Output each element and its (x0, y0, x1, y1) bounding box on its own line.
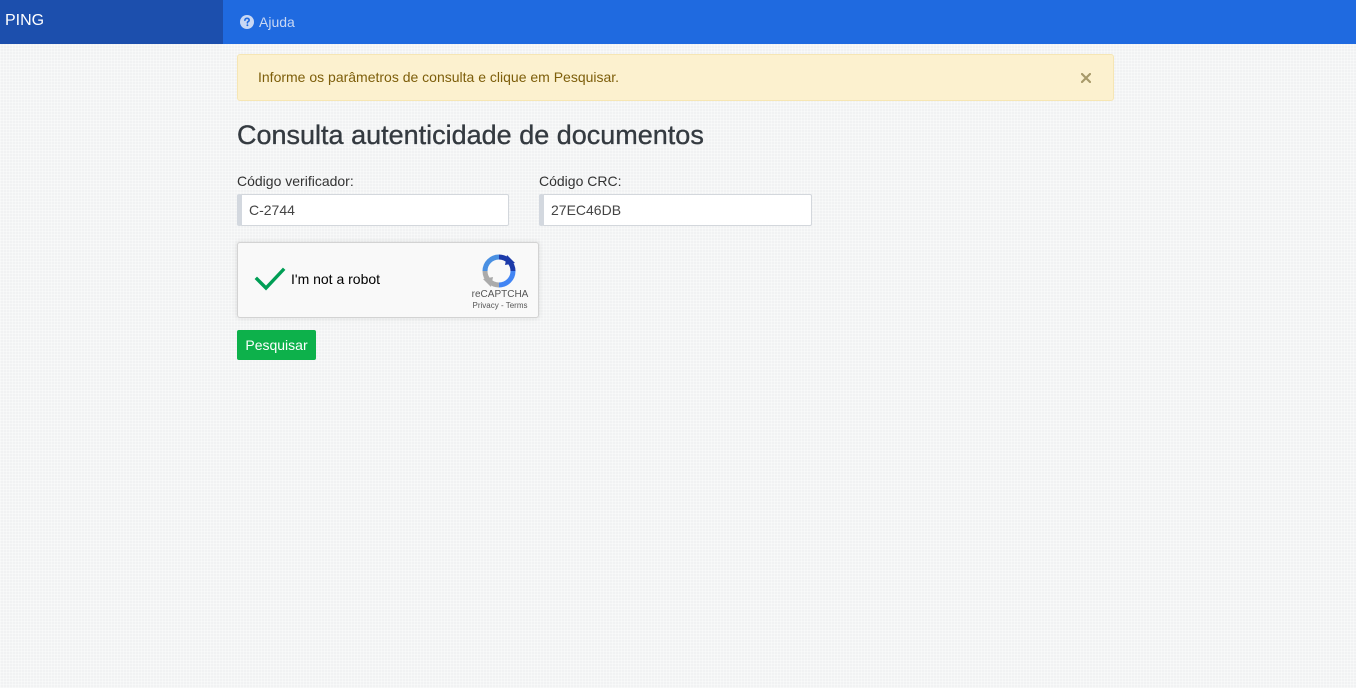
search-button[interactable]: Pesquisar (237, 330, 316, 360)
top-navbar: PING Ajuda (0, 0, 1356, 44)
crc-code-input[interactable] (539, 194, 812, 226)
recaptcha-privacy-link[interactable]: Privacy (473, 301, 499, 310)
info-alert: Informe os parâmetros de consulta e cliq… (237, 54, 1114, 101)
page-title: Consulta autenticidade de documentos (237, 120, 704, 150)
alert-message: Informe os parâmetros de consulta e cliq… (258, 69, 620, 85)
nav-help-link[interactable]: Ajuda (240, 0, 295, 44)
recaptcha-label: I'm not a robot (291, 271, 381, 287)
recaptcha-links-separator: - (498, 301, 506, 310)
recaptcha-checkbox[interactable] (254, 263, 286, 295)
alert-close-button[interactable] (1079, 55, 1093, 100)
recaptcha-widget: I'm not a robot reCAPTCHA Privacy - Term… (237, 242, 539, 318)
close-icon (1081, 72, 1091, 83)
recaptcha-terms-link[interactable]: Terms (506, 301, 528, 310)
crc-code-label: Código CRC: (539, 173, 622, 189)
recaptcha-brand: reCAPTCHA (471, 289, 529, 300)
nav-help-label: Ajuda (259, 14, 295, 30)
checkmark-icon (254, 267, 286, 291)
verifier-code-label: Código verificador: (237, 173, 354, 189)
verifier-code-input[interactable] (237, 194, 509, 226)
recaptcha-links: Privacy - Terms (460, 301, 540, 310)
recaptcha-logo-icon (481, 253, 517, 289)
question-circle-icon (240, 15, 254, 29)
brand-logo[interactable]: PING (0, 0, 223, 44)
